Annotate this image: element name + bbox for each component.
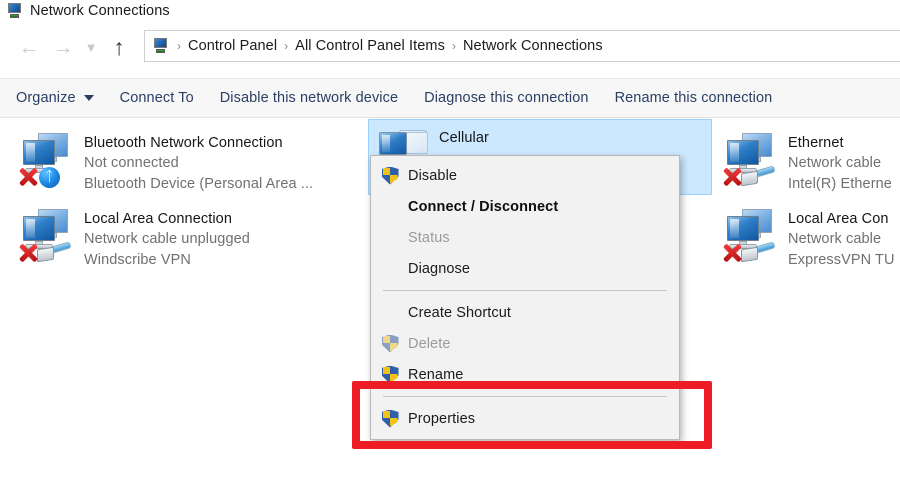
connection-item-bluetooth-network-connection[interactable]: ᛏ Bluetooth Network Connection Not conne… <box>14 125 354 201</box>
toolbar-organize-button[interactable]: Organize <box>0 79 107 117</box>
connections-column-3: Ethernet Network cable Intel(R) Etherne <box>718 125 900 277</box>
toolbar-disable-device-button[interactable]: Disable this network device <box>207 79 411 117</box>
connection-name: Cellular <box>439 130 489 146</box>
context-menu: Disable Connect / Disconnect Status Diag… <box>370 155 680 440</box>
toolbar-item-label: Rename this connection <box>614 90 773 106</box>
context-menu-item-status: Status <box>371 222 679 253</box>
context-menu-item-diagnose[interactable]: Diagnose <box>371 253 679 284</box>
connection-device: ExpressVPN TU <box>788 252 895 268</box>
arrow-up-icon[interactable]: ↑ <box>102 30 136 64</box>
breadcrumb-separator: › <box>284 39 289 53</box>
ethernet-cable-icon <box>741 165 776 187</box>
menu-icon-placeholder <box>377 302 403 324</box>
connection-device: Bluetooth Device (Personal Area ... <box>84 176 314 192</box>
connection-text: Cellular ... <box>439 124 677 190</box>
connection-item-local-area-connection-2[interactable]: Local Area Con Network cable ExpressVPN … <box>718 201 900 277</box>
connection-name: Bluetooth Network Connection <box>84 135 283 151</box>
connection-status: Network cable <box>788 155 882 171</box>
disabled-x-icon <box>722 167 742 187</box>
control-panel-icon <box>152 37 170 55</box>
disabled-x-icon <box>18 243 38 263</box>
ethernet-cable-icon <box>741 241 776 263</box>
bluetooth-icon: ᛏ <box>39 167 60 188</box>
context-menu-item-label: Create Shortcut <box>408 304 512 321</box>
breadcrumb-separator: › <box>177 39 181 53</box>
arrow-left-icon[interactable]: ← <box>12 30 46 64</box>
address-bar[interactable]: › Control Panel › All Control Panel Item… <box>144 30 900 62</box>
shield-icon <box>377 364 403 386</box>
connection-status: Network cable unplugged <box>84 231 250 247</box>
connection-device: Windscribe VPN <box>84 252 191 268</box>
shield-icon <box>377 333 403 355</box>
context-menu-item-label: Rename <box>408 366 464 383</box>
toolbar-item-label: Disable this network device <box>219 90 399 106</box>
network-adapter-icon <box>722 131 784 189</box>
network-adapter-icon <box>722 207 784 265</box>
connection-text: Bluetooth Network Connection Not connect… <box>84 129 313 195</box>
connection-text: Ethernet Network cable Intel(R) Etherne <box>788 129 892 195</box>
toolbar-connect-to-button[interactable]: Connect To <box>107 79 207 117</box>
context-menu-item-create-shortcut[interactable]: Create Shortcut <box>371 297 679 328</box>
breadcrumb-item-all-control-panel-items[interactable]: All Control Panel Items <box>292 38 448 54</box>
chevron-down-icon[interactable]: ▼ <box>80 30 102 64</box>
breadcrumb-separator: › <box>451 39 456 53</box>
shield-icon <box>377 408 403 430</box>
network-adapter-icon <box>18 207 80 265</box>
title-bar: Network Connections <box>0 0 900 22</box>
menu-icon-placeholder <box>377 227 403 249</box>
breadcrumb-item-network-connections[interactable]: Network Connections <box>460 38 606 54</box>
toolbar-item-label: Diagnose this connection <box>424 90 589 106</box>
disabled-x-icon <box>722 243 742 263</box>
network-connections-window: Network Connections ← → ▼ ↑ › Control Pa… <box>0 0 900 500</box>
connection-status: Not connected <box>84 155 179 171</box>
network-connections-icon <box>6 2 24 20</box>
toolbar-rename-button[interactable]: Rename this connection <box>602 79 786 117</box>
menu-icon-placeholder <box>377 196 403 218</box>
context-menu-item-label: Delete <box>408 335 451 352</box>
context-menu-item-rename[interactable]: Rename <box>371 359 679 390</box>
connection-name: Local Area Connection <box>84 211 233 227</box>
context-menu-item-disable[interactable]: Disable <box>371 160 679 191</box>
connections-column-1: ᛏ Bluetooth Network Connection Not conne… <box>14 125 354 277</box>
arrow-right-icon[interactable]: → <box>46 30 80 64</box>
context-menu-item-label: Disable <box>408 167 458 184</box>
ethernet-cable-icon <box>37 241 72 263</box>
context-menu-item-label: Properties <box>408 410 476 427</box>
context-menu-item-label: Status <box>408 229 450 246</box>
connection-device: Intel(R) Etherne <box>788 176 892 192</box>
command-toolbar: Organize Connect To Disable this network… <box>0 78 900 118</box>
connection-item-ethernet[interactable]: Ethernet Network cable Intel(R) Etherne <box>718 125 900 201</box>
shield-icon <box>377 165 403 187</box>
toolbar-item-label: Organize <box>16 90 76 106</box>
connection-name: Ethernet <box>788 135 844 151</box>
connection-text: Local Area Con Network cable ExpressVPN … <box>788 205 895 271</box>
context-menu-item-label: Diagnose <box>408 260 471 277</box>
toolbar-item-label: Connect To <box>119 90 194 106</box>
context-menu-item-label: Connect / Disconnect <box>408 198 559 215</box>
connection-text: Local Area Connection Network cable unpl… <box>84 205 250 271</box>
context-menu-item-properties[interactable]: Properties <box>371 403 679 434</box>
context-menu-item-delete: Delete <box>371 328 679 359</box>
window-title: Network Connections <box>30 3 170 19</box>
connection-item-local-area-connection[interactable]: Local Area Connection Network cable unpl… <box>14 201 354 277</box>
context-menu-separator <box>383 290 667 291</box>
network-adapter-icon: ᛏ <box>18 131 80 189</box>
breadcrumb-item-control-panel[interactable]: Control Panel <box>185 38 280 54</box>
disabled-x-icon <box>18 167 38 187</box>
menu-icon-placeholder <box>377 258 403 280</box>
toolbar-diagnose-button[interactable]: Diagnose this connection <box>411 79 601 117</box>
context-menu-separator <box>383 396 667 397</box>
caret-down-icon <box>83 95 94 101</box>
connection-status: Network cable <box>788 231 882 247</box>
connection-name: Local Area Con <box>788 211 889 227</box>
context-menu-item-connect-disconnect[interactable]: Connect / Disconnect <box>371 191 679 222</box>
